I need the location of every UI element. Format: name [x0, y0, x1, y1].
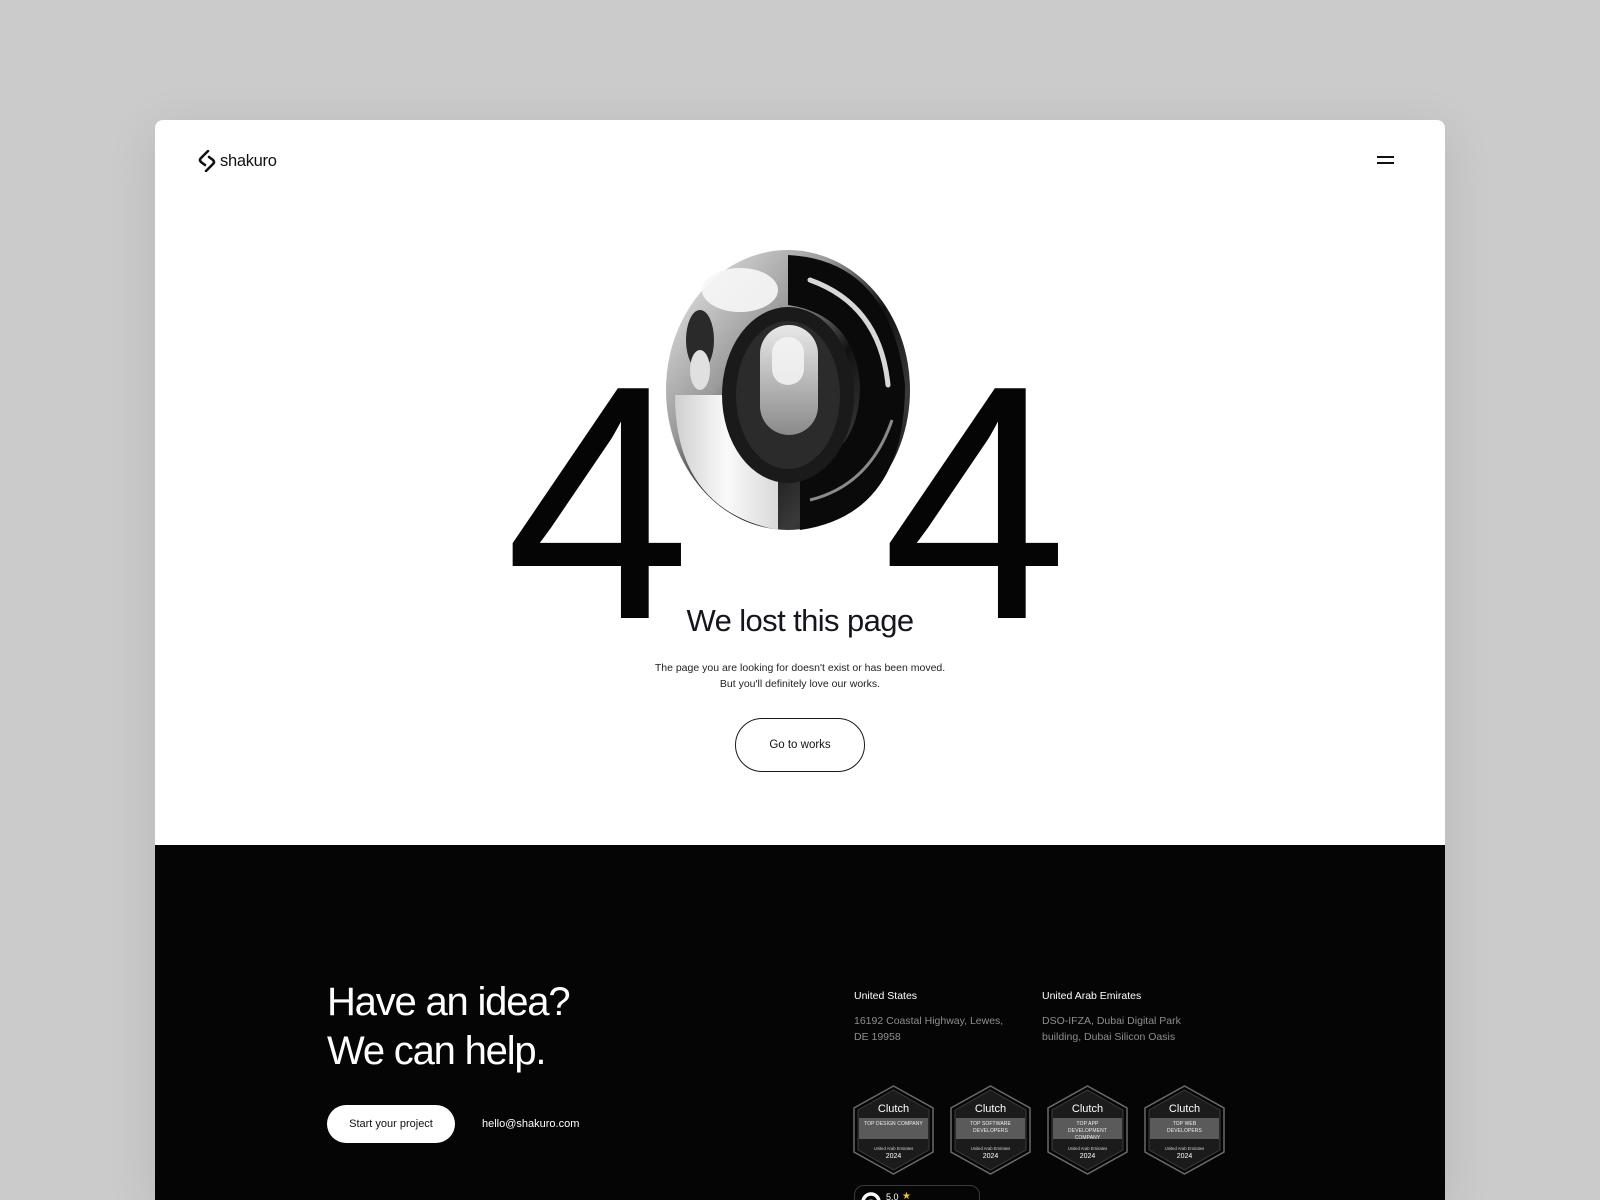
address-line: DE 19958 [854, 1031, 901, 1043]
rating-logo-icon [861, 1192, 881, 1200]
brand-logo[interactable]: shakuro [197, 150, 277, 172]
clutch-badge[interactable]: Clutch Top Web Developers United Arab Em… [1143, 1085, 1226, 1175]
badge-region: United Arab Emirates [873, 1146, 914, 1151]
badge-brand: Clutch [1071, 1103, 1104, 1115]
badge-year: 2024 [1176, 1153, 1193, 1160]
address-line: DSO-IFZA, Dubai Digital Park [1042, 1015, 1181, 1027]
badge-year: 2024 [982, 1153, 999, 1160]
contact-email-link[interactable]: hello@shakuro.com [482, 1118, 579, 1130]
footer: Have an idea? We can help. Start your pr… [155, 845, 1445, 1200]
rating-value: 5,0 [886, 1192, 899, 1200]
clutch-badge[interactable]: Clutch Top Design Company United Arab Em… [852, 1085, 935, 1175]
hamburger-menu-icon[interactable] [1377, 156, 1397, 166]
award-badges: Clutch Top Design Company United Arab Em… [852, 1085, 1226, 1175]
address-line: 16192 Coastal Highway, Lewes, [854, 1015, 1004, 1027]
badge-region: United Arab Emirates [1067, 1146, 1108, 1151]
go-to-works-button[interactable]: Go to works [735, 718, 865, 772]
menu-line [1377, 156, 1394, 158]
badge-hexagon-icon [853, 1085, 934, 1175]
brand-name: shakuro [220, 151, 277, 170]
badge-region: United Arab Emirates [970, 1146, 1011, 1151]
menu-line [1377, 162, 1394, 164]
badge-brand: Clutch [877, 1103, 910, 1115]
badge-category: Top Design Company [864, 1121, 923, 1127]
shakuro-logo-icon [198, 150, 216, 172]
office-address: DSO-IFZA, Dubai Digital Park building, D… [1042, 1013, 1202, 1045]
footer-cta-heading: We can help. [327, 1029, 547, 1073]
badge-year: 2024 [1079, 1153, 1096, 1160]
badge-brand: Clutch [1168, 1103, 1201, 1115]
office-name: United States [854, 990, 918, 1002]
page-description: The page you are looking for doesn't exi… [155, 660, 1445, 692]
start-project-button[interactable]: Start your project [327, 1105, 455, 1143]
clutch-badge[interactable]: Clutch Top App Development Company Unite… [1046, 1085, 1129, 1175]
office-name: United Arab Emirates [1042, 990, 1142, 1002]
badge-year: 2024 [885, 1153, 902, 1160]
badge-category: Top Web Developers [1167, 1121, 1202, 1134]
badge-brand: Clutch [974, 1103, 1007, 1115]
description-line: But you'll definitely love our works. [719, 678, 881, 690]
clutch-badge[interactable]: Clutch Top Software Developers United Ar… [949, 1085, 1032, 1175]
star-icon: ★ [902, 1191, 911, 1200]
page-frame: shakuro 4 4 We lost this page The page y… [155, 120, 1445, 1200]
office-united-states: United States 16192 Coastal Highway, Lew… [854, 990, 1029, 1045]
badge-category: Top App Development Company [1068, 1121, 1107, 1141]
chrome-zero-icon [666, 250, 910, 530]
footer-cta-heading: Have an idea? [327, 980, 571, 1024]
description-line: The page you are looking for doesn't exi… [654, 662, 946, 674]
office-uae: United Arab Emirates DSO-IFZA, Dubai Dig… [1042, 990, 1217, 1045]
badge-category: Top Software Developers [970, 1121, 1011, 1134]
office-address: 16192 Coastal Highway, Lewes, DE 19958 [854, 1013, 1014, 1045]
rating-badge[interactable]: 5,0 ★ [854, 1185, 980, 1200]
badge-region: United Arab Emirates [1164, 1146, 1205, 1151]
address-line: building, Dubai Silicon Oasis [1042, 1031, 1176, 1043]
page-title: We lost this page [686, 603, 914, 638]
